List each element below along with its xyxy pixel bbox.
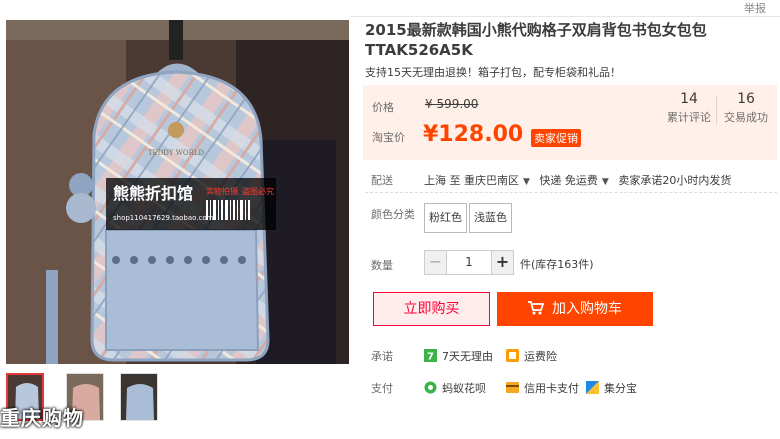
- shipping-method[interactable]: 快递 免运费: [539, 174, 598, 187]
- reviews-stat[interactable]: 14 累计评论: [659, 91, 719, 125]
- sales-label: 交易成功: [724, 111, 768, 124]
- sales-stat: 16 交易成功: [716, 91, 776, 125]
- sales-count: 16: [737, 91, 755, 107]
- price-panel: 价格 ¥ 599.00 淘宝价 ¥128.00 卖家促销 14 累计评论 16 …: [363, 85, 777, 160]
- watermark-url: shop110417629.taobao.com: [113, 214, 214, 222]
- payment-label: 支付: [371, 382, 393, 395]
- huabei-icon: [424, 381, 437, 394]
- cart-icon: [528, 294, 545, 328]
- promise-label: 承诺: [371, 350, 393, 363]
- payment-credit-card[interactable]: 信用卡支付: [506, 380, 579, 396]
- reviews-label: 累计评论: [667, 111, 711, 124]
- quantity-decrease-button[interactable]: −: [425, 251, 447, 274]
- chevron-down-icon[interactable]: ▼: [602, 177, 609, 187]
- list-price-value: ¥ 599.00: [425, 97, 479, 111]
- jifenbao-icon: [586, 381, 599, 394]
- shipping-destination[interactable]: 重庆巴南区: [464, 174, 519, 187]
- credit-card-icon: [506, 381, 519, 394]
- buy-now-button[interactable]: 立即购买: [373, 292, 490, 326]
- quantity-increase-button[interactable]: +: [491, 251, 513, 274]
- quantity-input[interactable]: 1: [447, 251, 491, 274]
- payment-jifenbao[interactable]: 集分宝: [586, 380, 637, 396]
- promise-insurance-label: 运费险: [524, 350, 557, 363]
- current-price: ¥128.00: [423, 122, 524, 147]
- payment-huabei-label: 蚂蚁花呗: [442, 382, 486, 395]
- shipping-to: 至: [449, 174, 461, 187]
- header-divider: [350, 16, 780, 17]
- shipping-label: 配送: [371, 174, 393, 187]
- bag-brand-text: TEDDY WORLD: [148, 149, 205, 157]
- seven-day-icon: 7: [424, 349, 437, 363]
- promo-badge[interactable]: 卖家促销: [531, 129, 581, 147]
- quantity-stepper: − 1 +: [424, 250, 514, 275]
- backpack-photo: TEDDY WORLD 熊熊折扣馆 实物拍摄 盗图必究 shop11041762…: [6, 20, 349, 364]
- watermark-tag-2: 盗图必究: [242, 186, 274, 196]
- add-to-cart-button[interactable]: 加入购物车: [497, 292, 653, 326]
- payment-huabei[interactable]: 蚂蚁花呗: [424, 380, 486, 396]
- product-title: 2015最新款韩国小熊代购格子双肩背包书包女包包TTAK526A5K: [365, 21, 707, 59]
- watermark-shop-name: 熊熊折扣馆: [113, 184, 193, 203]
- shipping-promise: 卖家承诺20小时内发货: [618, 174, 732, 187]
- product-subtitle: 支持15天无理由退换！箱子打包，配专柜袋和礼品！: [365, 66, 621, 79]
- payment-credit-card-label: 信用卡支付: [524, 382, 579, 395]
- thumbnail-3[interactable]: [120, 373, 158, 421]
- main-product-image[interactable]: TEDDY WORLD 熊熊折扣馆 实物拍摄 盗图必究 shop11041762…: [6, 20, 349, 364]
- color-option-light-blue[interactable]: 浅蓝色: [469, 203, 512, 233]
- add-to-cart-label: 加入购物车: [552, 301, 622, 317]
- chevron-down-icon[interactable]: ▼: [523, 177, 530, 187]
- promise-7day-label: 7天无理由: [442, 350, 493, 363]
- payment-jifenbao-label: 集分宝: [604, 382, 637, 395]
- shipping-origin: 上海: [424, 174, 446, 187]
- insurance-icon: [506, 349, 519, 362]
- promise-shipping-insurance[interactable]: 运费险: [506, 348, 557, 364]
- list-price-label: 价格: [372, 101, 394, 114]
- section-divider: [365, 192, 777, 193]
- reviews-count: 14: [680, 91, 698, 107]
- stock-info: 件(库存163件): [520, 258, 594, 271]
- quantity-label: 数量: [371, 259, 393, 272]
- svg-text:7: 7: [427, 352, 434, 363]
- report-link[interactable]: 举报: [744, 0, 766, 16]
- color-option-pink[interactable]: 粉红色: [424, 203, 467, 233]
- color-label: 颜色分类: [371, 208, 415, 221]
- bottom-watermark: 重庆购物: [0, 406, 84, 430]
- taobao-price-label: 淘宝价: [372, 131, 405, 144]
- watermark-tag-1: 实物拍摄: [206, 186, 238, 196]
- shipping-info: 上海 至 重庆巴南区 ▼ 快递 免运费 ▼ 卖家承诺20小时内发货: [424, 172, 731, 188]
- promise-7day[interactable]: 7 7天无理由: [424, 348, 493, 364]
